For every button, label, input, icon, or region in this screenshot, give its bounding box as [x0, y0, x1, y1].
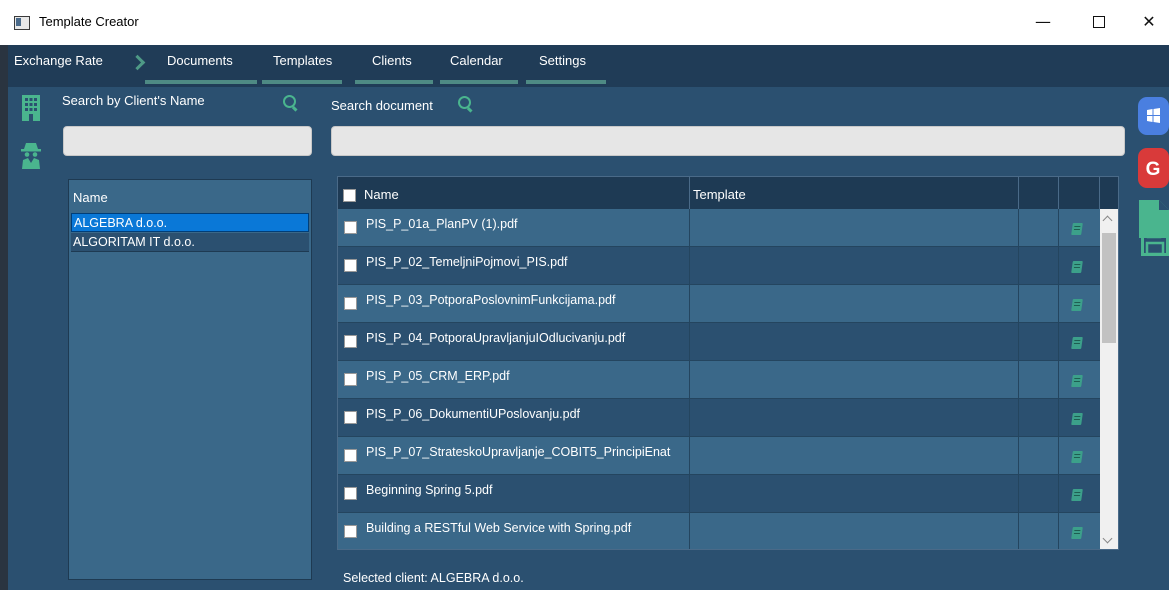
menu-calendar[interactable]: Calendar: [450, 53, 503, 68]
close-button[interactable]: ✕: [1129, 10, 1169, 34]
row-checkbox[interactable]: [344, 411, 357, 424]
note-icon[interactable]: [1071, 451, 1083, 463]
note-icon[interactable]: [1071, 375, 1083, 387]
menu-exchange-rate[interactable]: Exchange Rate: [14, 53, 103, 68]
document-name: PIS_P_01a_PlanPV (1).pdf: [366, 217, 518, 231]
building-icon[interactable]: [22, 95, 40, 121]
row-checkbox[interactable]: [344, 373, 357, 386]
note-icon[interactable]: [1071, 223, 1083, 235]
header-name-label: Name: [364, 187, 399, 202]
client-list-header: Name: [73, 190, 108, 205]
selected-client-status: Selected client: ALGEBRA d.o.o.: [343, 571, 524, 585]
minimize-button[interactable]: —: [1023, 10, 1063, 34]
client-search-label: Search by Client's Name: [62, 93, 205, 108]
note-icon[interactable]: [1071, 413, 1083, 425]
document-name: PIS_P_02_TemeljniPojmovi_PIS.pdf: [366, 255, 568, 269]
client-row[interactable]: ALGORITAM IT d.o.o.: [71, 233, 309, 252]
menu-clients-underline: [355, 80, 433, 84]
menu-settings-underline: [526, 80, 606, 84]
maximize-button[interactable]: [1079, 10, 1119, 34]
header-template-cell: Template: [690, 177, 1019, 209]
menu-documents-underline: [145, 80, 257, 84]
menu-calendar-underline: [440, 80, 518, 84]
row-checkbox[interactable]: [344, 525, 357, 538]
document-search-icon[interactable]: [458, 96, 471, 109]
client-list: Name ALGEBRA d.o.o. ALGORITAM IT d.o.o.: [68, 179, 312, 580]
menu-settings[interactable]: Settings: [539, 53, 586, 68]
row-checkbox[interactable]: [344, 335, 357, 348]
scroll-up-arrow[interactable]: [1102, 215, 1113, 226]
table-row[interactable]: PIS_P_07_StrateskoUpravljanje_COBIT5_Pri…: [338, 437, 1100, 475]
client-search-input[interactable]: [63, 126, 312, 156]
menu-templates[interactable]: Templates: [273, 53, 332, 68]
scroll-thumb[interactable]: [1102, 233, 1116, 343]
chevron-right-icon: [129, 54, 146, 71]
document-search-label: Search document: [331, 98, 433, 113]
table-row[interactable]: PIS_P_01a_PlanPV (1).pdf: [338, 209, 1100, 247]
table-row[interactable]: PIS_P_06_DokumentiUPoslovanju.pdf: [338, 399, 1100, 437]
row-checkbox[interactable]: [344, 449, 357, 462]
table-row[interactable]: PIS_P_04_PotporaUpravljanjuIOdlucivanju.…: [338, 323, 1100, 361]
left-edge: [0, 45, 8, 590]
document-name: PIS_P_06_DokumentiUPoslovanju.pdf: [366, 407, 581, 421]
note-icon[interactable]: [1071, 489, 1083, 501]
menu-documents[interactable]: Documents: [167, 53, 233, 68]
vertical-scrollbar[interactable]: [1100, 209, 1118, 549]
table-row[interactable]: PIS_P_02_TemeljniPojmovi_PIS.pdf: [338, 247, 1100, 285]
table-row[interactable]: PIS_P_03_PotporaPoslovnimFunkcijama.pdf: [338, 285, 1100, 323]
document-name: Building a RESTful Web Service with Spri…: [366, 521, 632, 535]
document-search-input[interactable]: [331, 126, 1125, 156]
title-bar: Template Creator — ✕: [0, 0, 1169, 45]
app-icon: [14, 16, 30, 30]
menu-clients[interactable]: Clients: [372, 53, 412, 68]
documents-table-header: Name Template: [338, 177, 1118, 210]
row-checkbox[interactable]: [344, 487, 357, 500]
client-row[interactable]: ALGEBRA d.o.o.: [71, 213, 309, 232]
save-icon[interactable]: [1141, 226, 1169, 256]
google-icon[interactable]: G: [1138, 148, 1169, 188]
client-search-icon[interactable]: [283, 95, 296, 108]
table-row[interactable]: PIS_P_05_CRM_ERP.pdf: [338, 361, 1100, 399]
table-row[interactable]: Building a RESTful Web Service with Spri…: [338, 513, 1100, 549]
maximize-icon: [1093, 16, 1105, 28]
document-name: PIS_P_05_CRM_ERP.pdf: [366, 369, 510, 383]
windows-icon[interactable]: [1138, 97, 1169, 135]
select-all-checkbox[interactable]: [343, 189, 356, 202]
note-icon[interactable]: [1071, 299, 1083, 311]
menu-templates-underline: [262, 80, 342, 84]
header-name-cell: Name: [338, 177, 690, 209]
scroll-down-arrow[interactable]: [1102, 533, 1113, 544]
document-name: Beginning Spring 5.pdf: [366, 483, 493, 497]
header-action-cell: [1059, 177, 1100, 209]
document-name: PIS_P_03_PotporaPoslovnimFunkcijama.pdf: [366, 293, 616, 307]
note-icon[interactable]: [1071, 337, 1083, 349]
header-template-label: Template: [693, 187, 746, 202]
row-checkbox[interactable]: [344, 221, 357, 234]
google-letter: G: [1146, 159, 1161, 180]
document-name: PIS_P_07_StrateskoUpravljanje_COBIT5_Pri…: [366, 445, 671, 459]
spy-icon[interactable]: [20, 141, 42, 169]
menu-bar: Exchange Rate Documents Templates Client…: [8, 45, 1169, 87]
note-icon[interactable]: [1071, 527, 1083, 539]
row-checkbox[interactable]: [344, 297, 357, 310]
window-title: Template Creator: [39, 14, 139, 29]
header-empty-cell: [1019, 177, 1059, 209]
note-icon[interactable]: [1071, 261, 1083, 273]
table-row[interactable]: Beginning Spring 5.pdf: [338, 475, 1100, 513]
document-name: PIS_P_04_PotporaUpravljanjuIOdlucivanju.…: [366, 331, 626, 345]
documents-table: Name Template PIS_P_01a_PlanPV (1).pdf P…: [337, 176, 1119, 550]
row-checkbox[interactable]: [344, 259, 357, 272]
